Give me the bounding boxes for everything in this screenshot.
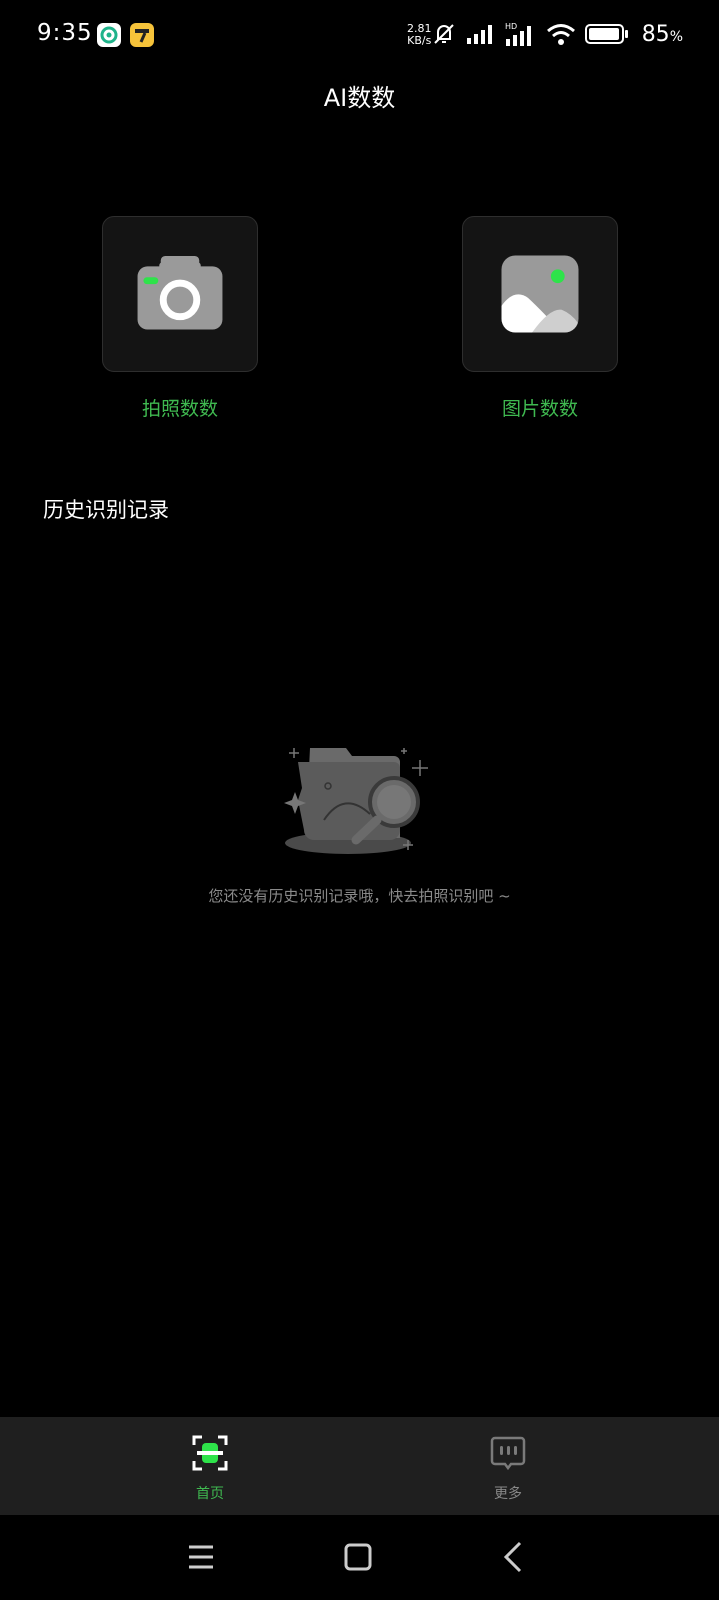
camera-icon xyxy=(137,253,223,330)
history-title: 历史识别记录 xyxy=(43,498,169,522)
mute-icon xyxy=(431,21,457,51)
app-notification-icon xyxy=(130,23,154,47)
signal-icon xyxy=(466,23,496,49)
back-icon[interactable] xyxy=(494,1537,534,1577)
camera-count-button[interactable] xyxy=(102,216,258,372)
menu-icon[interactable] xyxy=(181,1537,221,1577)
scan-icon xyxy=(192,1435,228,1471)
empty-folder-search-icon xyxy=(284,748,428,854)
svg-text:HD: HD xyxy=(505,22,517,31)
image-icon xyxy=(501,255,579,333)
wifi-icon xyxy=(546,22,576,50)
status-icons: HD xyxy=(431,22,629,50)
more-icon xyxy=(490,1436,526,1471)
camera-count-label[interactable]: 拍照数数 xyxy=(102,394,258,421)
image-count-button[interactable] xyxy=(462,216,618,372)
bottom-nav: 首页 更多 xyxy=(0,1417,719,1515)
status-time: 9:35 xyxy=(37,20,93,46)
nav-more-label: 更多 xyxy=(494,1486,522,1502)
battery-percentage: 85% xyxy=(641,22,683,47)
page-title: AI数数 xyxy=(323,84,396,112)
nav-home-tab[interactable]: 首页 xyxy=(140,1417,280,1515)
empty-history-message: 您还没有历史识别记录哦，快去拍照识别吧 ~ xyxy=(208,887,511,905)
home-icon[interactable] xyxy=(338,1537,378,1577)
app-notification-icon xyxy=(97,23,121,47)
image-count-label[interactable]: 图片数数 xyxy=(462,394,618,421)
nav-more-tab[interactable]: 更多 xyxy=(438,1417,578,1515)
hd-signal-icon: HD xyxy=(505,21,537,51)
network-speed: 2.81 KB/s xyxy=(407,22,432,47)
battery-icon xyxy=(585,23,629,49)
nav-home-label: 首页 xyxy=(196,1486,224,1502)
system-nav-bar xyxy=(0,1515,719,1600)
status-bar: 9:35 2.81 KB/s HD 85% xyxy=(0,0,719,72)
